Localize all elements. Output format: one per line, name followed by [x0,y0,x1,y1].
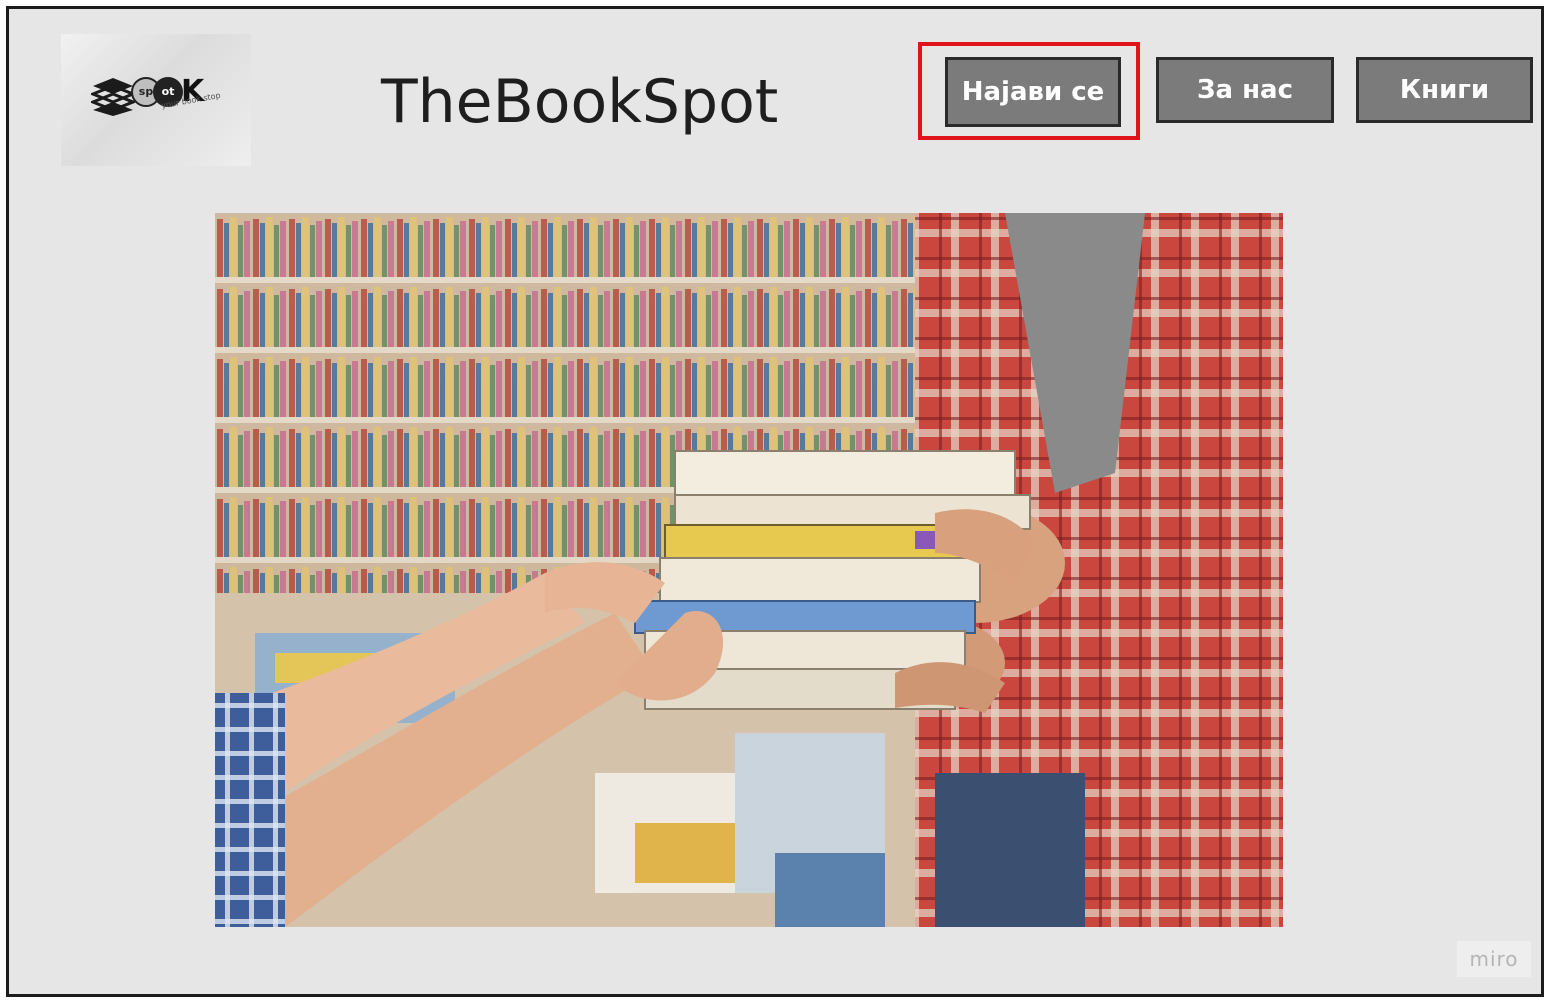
logo[interactable]: sp ot K your book stop [61,34,251,166]
app-frame: sp ot K your book stop TheBookSpot Најави … [6,6,1544,997]
hero-image [215,213,1283,927]
bookstore-photo [215,213,1283,927]
about-button[interactable]: За нас [1156,57,1334,123]
book-stack-icon [91,78,135,116]
login-button[interactable]: Најави се [945,57,1121,127]
books-button[interactable]: Книги [1356,57,1533,123]
miro-watermark: miro [1457,941,1531,977]
site-title: TheBookSpot [381,67,779,137]
